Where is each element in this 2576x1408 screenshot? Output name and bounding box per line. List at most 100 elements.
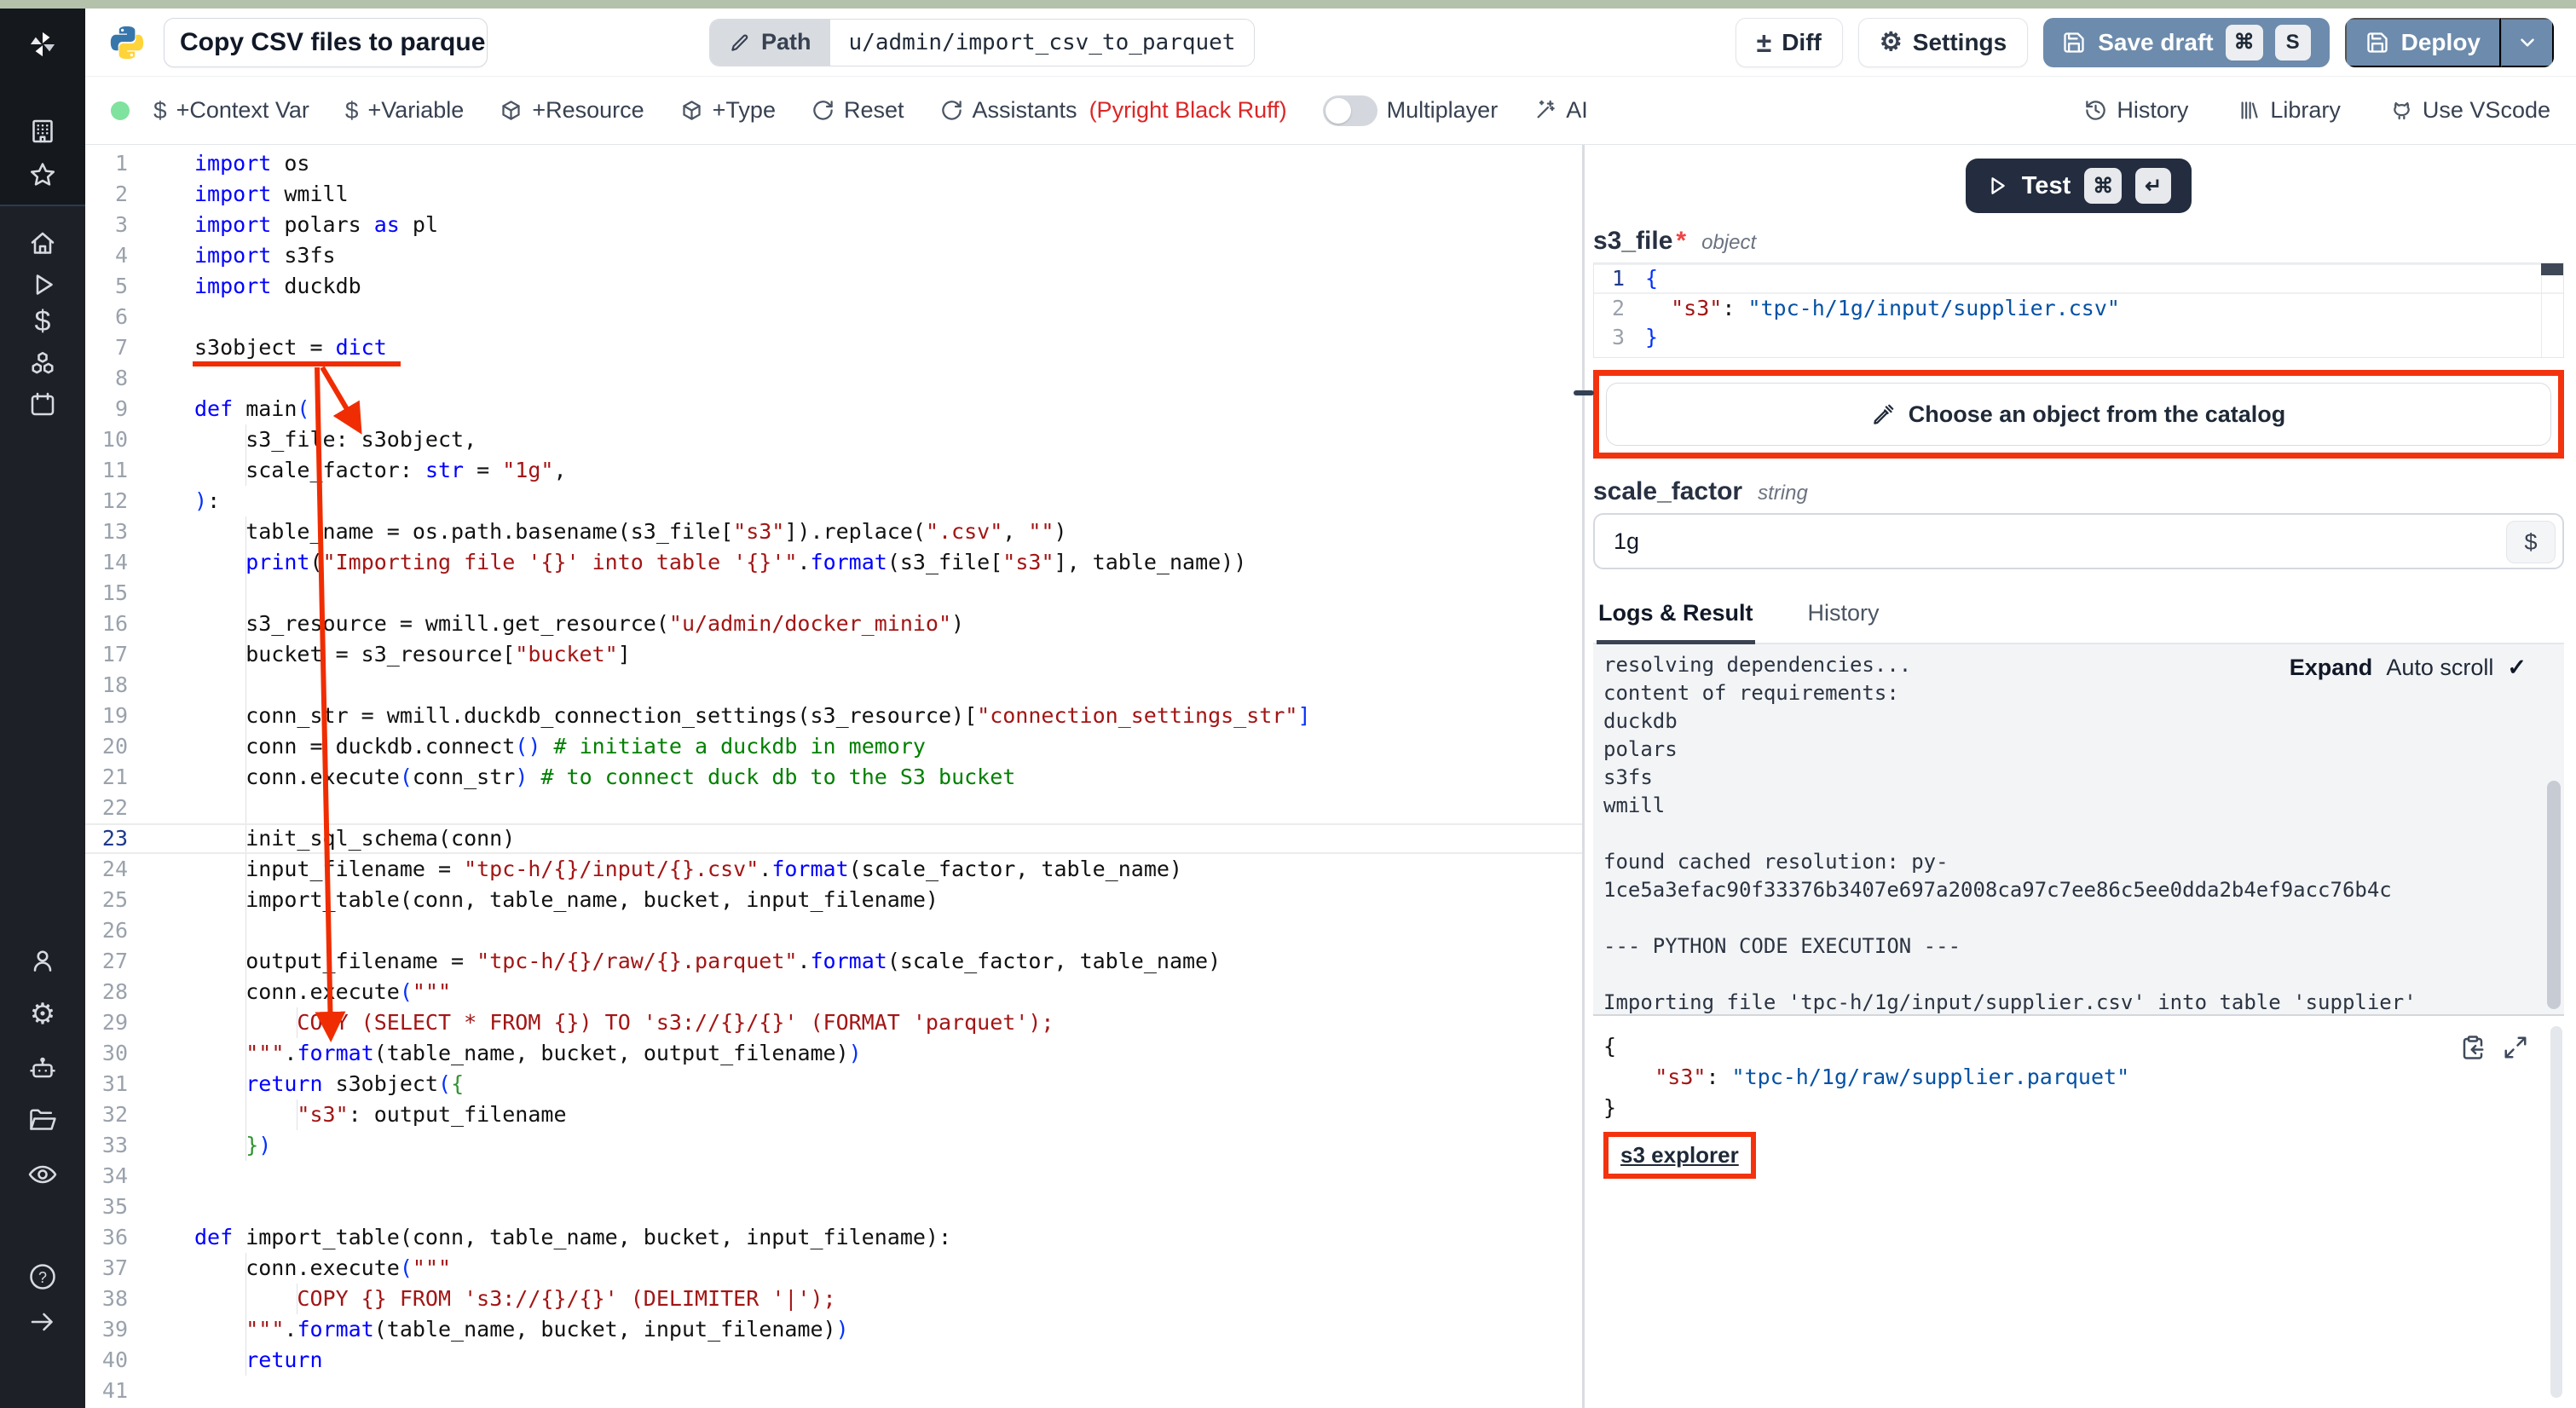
autoscroll-checkbox[interactable]: ✓ xyxy=(2507,655,2527,681)
sidebar-item-home[interactable] xyxy=(0,228,85,259)
code-line[interactable]: 15 xyxy=(85,578,1582,609)
tab-history[interactable]: History xyxy=(1806,600,1881,643)
script-title-input[interactable]: Copy CSV files to parque xyxy=(164,18,488,67)
expand-logs-button[interactable]: Expand xyxy=(2290,655,2373,681)
code-line[interactable]: 16 s3_resource = wmill.get_resource("u/a… xyxy=(85,609,1582,639)
test-button[interactable]: Test ⌘ ↵ xyxy=(1966,159,2192,213)
deploy-button[interactable]: Deploy xyxy=(2345,18,2501,67)
code-line[interactable]: 24 input_filename = "tpc-h/{}/input/{}.c… xyxy=(85,854,1582,885)
code-line[interactable]: 22 xyxy=(85,793,1582,823)
add-variable-button[interactable]: $ +Variable xyxy=(345,97,464,124)
lint-status-text[interactable]: (Pyright Black Ruff) xyxy=(1089,97,1287,124)
path-control[interactable]: Path u/admin/import_csv_to_parquet xyxy=(709,19,1255,66)
json-line[interactable]: 2 "s3": "tpc-h/1g/input/supplier.csv" xyxy=(1594,294,2563,323)
result-line[interactable]: 2 "s3": "tpc-h/1g/raw/supplier.parquet" xyxy=(1603,1062,2564,1093)
code-line[interactable]: 33 }) xyxy=(85,1130,1582,1161)
sidebar-item-variables[interactable]: $ xyxy=(0,307,85,336)
favorites-star-icon[interactable] xyxy=(0,160,85,191)
code-line[interactable]: 21 conn.execute(conn_str) # to connect d… xyxy=(85,762,1582,793)
code-line[interactable]: 39 """.format(table_name, bucket, input_… xyxy=(85,1314,1582,1345)
json-editor-scrollbar[interactable] xyxy=(2541,263,2563,357)
use-vscode-button[interactable]: Use VScode xyxy=(2390,97,2550,124)
sidebar-item-resources[interactable] xyxy=(0,349,85,380)
code-line[interactable]: 23 init_sql_schema(conn) xyxy=(85,823,1582,854)
code-line[interactable]: 35 xyxy=(85,1192,1582,1222)
code-line[interactable]: 4import s3fs xyxy=(85,240,1582,271)
code-line[interactable]: 7s3object = dict xyxy=(85,332,1582,363)
settings-button[interactable]: ⚙ Settings xyxy=(1858,18,2028,67)
code-line[interactable]: 3import polars as pl xyxy=(85,210,1582,240)
workspace-icon[interactable] xyxy=(0,116,85,147)
code-line[interactable]: 9def main( xyxy=(85,394,1582,424)
code-line[interactable]: 36def import_table(conn, table_name, buc… xyxy=(85,1222,1582,1253)
code-line[interactable]: 13 table_name = os.path.basename(s3_file… xyxy=(85,516,1582,547)
logs-area[interactable]: resolving dependencies... content of req… xyxy=(1593,644,2564,1016)
sidebar-item-runs[interactable] xyxy=(0,269,85,300)
reset-button[interactable]: Reset xyxy=(811,97,904,124)
code-line[interactable]: 14 print("Importing file '{}' into table… xyxy=(85,547,1582,578)
code-line[interactable]: 5import duckdb xyxy=(85,271,1582,302)
scale-factor-input[interactable]: 1g $ xyxy=(1593,513,2564,569)
code-editor[interactable]: 1import os2import wmill3import polars as… xyxy=(85,145,1582,1408)
s3-explorer-link[interactable]: s3 explorer xyxy=(1620,1142,1739,1168)
variable-picker-chip[interactable]: $ xyxy=(2506,521,2556,563)
code-line[interactable]: 28 conn.execute(""" xyxy=(85,977,1582,1007)
tab-logs-result[interactable]: Logs & Result xyxy=(1597,600,1755,644)
choose-object-button[interactable]: Choose an object from the catalog xyxy=(1606,383,2551,446)
panel-divider-handle[interactable] xyxy=(1574,390,1594,395)
sidebar-item-settings[interactable]: ⚙ xyxy=(0,1000,85,1029)
s3-file-json-editor[interactable]: 1{2 "s3": "tpc-h/1g/input/supplier.csv"3… xyxy=(1593,263,2564,358)
code-line[interactable]: 31 return s3object({ xyxy=(85,1069,1582,1099)
result-line[interactable]: 1{ xyxy=(1603,1031,2564,1062)
library-button[interactable]: Library xyxy=(2238,97,2341,124)
code-line[interactable]: 8 xyxy=(85,363,1582,394)
code-line[interactable]: 37 conn.execute(""" xyxy=(85,1253,1582,1284)
copy-to-clipboard-icon[interactable] xyxy=(2460,1035,2486,1060)
code-line[interactable]: 11 scale_factor: str = "1g", xyxy=(85,455,1582,486)
assistants-button[interactable]: Assistants xyxy=(940,97,1077,124)
result-line[interactable]: 3} xyxy=(1603,1093,2564,1123)
add-resource-button[interactable]: +Resource xyxy=(500,97,644,124)
code-line[interactable]: 25 import_table(conn, table_name, bucket… xyxy=(85,885,1582,915)
code-line[interactable]: 34 xyxy=(85,1161,1582,1192)
json-line[interactable]: 1{ xyxy=(1594,263,2563,294)
code-line[interactable]: 1import os xyxy=(85,148,1582,179)
add-context-var-button[interactable]: $ +Context Var xyxy=(153,97,309,124)
panel-divider[interactable] xyxy=(1582,145,1585,1408)
code-line[interactable]: 38 COPY {} FROM 's3://{}/{}' (DELIMITER … xyxy=(85,1284,1582,1314)
ai-button[interactable]: AI xyxy=(1533,97,1588,124)
path-value[interactable]: u/admin/import_csv_to_parquet xyxy=(830,20,1255,66)
deploy-dropdown-button[interactable] xyxy=(2501,18,2554,67)
sidebar-item-workers[interactable] xyxy=(0,1053,85,1084)
save-draft-button[interactable]: Save draft ⌘ S xyxy=(2043,18,2329,67)
sidebar-item-schedules[interactable] xyxy=(0,389,85,419)
code-line[interactable]: 17 bucket = s3_resource["bucket"] xyxy=(85,639,1582,670)
code-line[interactable]: 18 xyxy=(85,670,1582,701)
help-icon[interactable]: ? xyxy=(0,1261,85,1292)
multiplayer-toggle[interactable] xyxy=(1323,95,1378,126)
windmill-logo-icon[interactable] xyxy=(0,29,85,60)
result-scrollbar[interactable] xyxy=(2550,1026,2562,1398)
code-line[interactable]: 30 """.format(table_name, bucket, output… xyxy=(85,1038,1582,1069)
code-line[interactable]: 27 output_filename = "tpc-h/{}/raw/{}.pa… xyxy=(85,946,1582,977)
add-type-button[interactable]: +Type xyxy=(680,97,776,124)
code-line[interactable]: 20 conn = duckdb.connect() # initiate a … xyxy=(85,731,1582,762)
sidebar-item-users[interactable] xyxy=(0,946,85,977)
code-line[interactable]: 10 s3_file: s3object, xyxy=(85,424,1582,455)
collapse-sidebar-arrow-icon[interactable] xyxy=(0,1307,85,1337)
code-line[interactable]: 12): xyxy=(85,486,1582,516)
history-button[interactable]: History xyxy=(2084,97,2188,124)
logs-scrollbar[interactable] xyxy=(2547,781,2561,1009)
code-line[interactable]: 6 xyxy=(85,302,1582,332)
path-label[interactable]: Path xyxy=(710,20,830,66)
code-line[interactable]: 26 xyxy=(85,915,1582,946)
expand-result-icon[interactable] xyxy=(2503,1035,2528,1060)
code-line[interactable]: 2import wmill xyxy=(85,179,1582,210)
code-line[interactable]: 41 xyxy=(85,1376,1582,1406)
code-line[interactable]: 32 "s3": output_filename xyxy=(85,1099,1582,1130)
code-line[interactable]: 29 COPY (SELECT * FROM {}) TO 's3://{}/{… xyxy=(85,1007,1582,1038)
sidebar-item-folders[interactable] xyxy=(0,1105,85,1135)
sidebar-item-audit-logs[interactable] xyxy=(0,1159,85,1190)
code-line[interactable]: 19 conn_str = wmill.duckdb_connection_se… xyxy=(85,701,1582,731)
json-line[interactable]: 3} xyxy=(1594,323,2563,352)
